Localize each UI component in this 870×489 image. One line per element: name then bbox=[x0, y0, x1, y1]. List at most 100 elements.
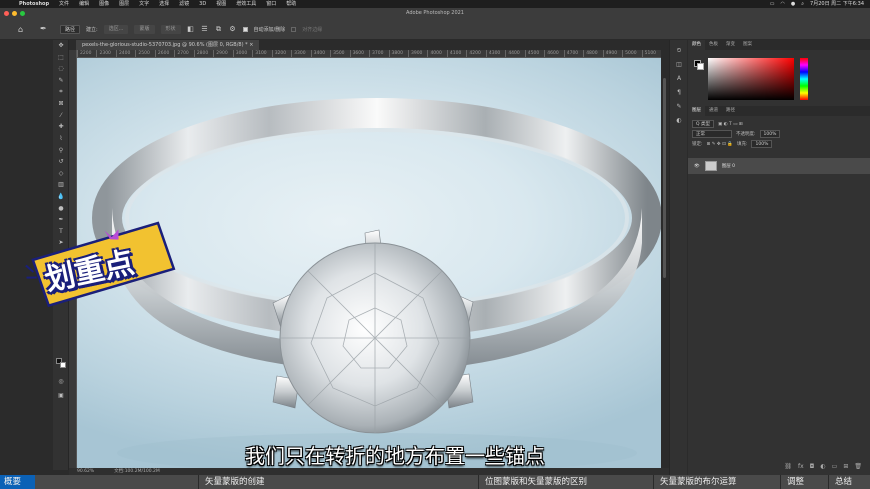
opacity-input[interactable]: 100% bbox=[759, 130, 781, 138]
link-layers-icon[interactable]: ⛓ bbox=[784, 463, 792, 470]
tab-gradients[interactable]: 渐变 bbox=[722, 40, 739, 50]
chapter-bitmap-vs-vector[interactable]: 位图蒙版和矢量蒙版的区别 bbox=[481, 475, 587, 489]
paragraph-panel-icon[interactable]: ¶ bbox=[670, 86, 688, 100]
align-edges-checkbox[interactable] bbox=[291, 26, 297, 32]
quick-mask-icon[interactable]: ◎ bbox=[53, 376, 69, 388]
zoom-level[interactable]: 90.62% bbox=[77, 468, 94, 475]
blur-tool-icon[interactable]: 💧 bbox=[53, 191, 69, 203]
move-tool-icon[interactable]: ✥ bbox=[53, 40, 69, 52]
filter-icons[interactable]: ▣ ◐ T ▭ ⊞ bbox=[718, 122, 743, 127]
battery-icon[interactable]: ▭ bbox=[770, 0, 775, 8]
character-panel-icon[interactable]: A bbox=[670, 72, 688, 86]
lasso-tool-icon[interactable]: ◌ bbox=[53, 63, 69, 75]
document-tab[interactable]: pexels-the-glorious-studio-5370703.jpg @… bbox=[76, 40, 260, 50]
auto-add-delete-checkbox[interactable] bbox=[242, 26, 248, 32]
new-layer-icon[interactable]: ⊞ bbox=[843, 463, 848, 470]
tab-patterns[interactable]: 图案 bbox=[739, 40, 756, 50]
marquee-tool-icon[interactable]: ⬚ bbox=[53, 52, 69, 64]
pen-tool-icon[interactable]: ✒ bbox=[40, 24, 47, 33]
menu-3d[interactable]: 3D bbox=[194, 0, 211, 8]
color-panel-background[interactable] bbox=[697, 63, 704, 70]
tab-swatches[interactable]: 色板 bbox=[705, 40, 722, 50]
background-swatch[interactable] bbox=[60, 362, 66, 368]
chapter-adjust[interactable]: 调整 bbox=[783, 475, 804, 489]
path-operations-icon[interactable]: ◧ bbox=[187, 25, 195, 33]
properties-panel-icon[interactable]: ◫ bbox=[670, 58, 688, 72]
home-icon[interactable]: ⌂ bbox=[18, 25, 23, 34]
eraser-tool-icon[interactable]: ◇ bbox=[53, 168, 69, 180]
menu-view[interactable]: 视图 bbox=[211, 0, 231, 8]
menu-type[interactable]: 文字 bbox=[134, 0, 154, 8]
gradient-tool-icon[interactable]: ▥ bbox=[53, 179, 69, 191]
pen-mode-select[interactable]: 路径 bbox=[60, 24, 81, 34]
chapter-boolean-ops[interactable]: 矢量蒙版的布尔运算 bbox=[656, 475, 737, 489]
eyedropper-tool-icon[interactable]: ⁄ bbox=[53, 110, 69, 122]
color-picker-field[interactable] bbox=[708, 58, 794, 100]
menu-layer[interactable]: 图层 bbox=[114, 0, 134, 8]
add-mask-icon[interactable]: ◘ bbox=[810, 463, 815, 470]
clone-stamp-tool-icon[interactable]: ⚲ bbox=[53, 144, 69, 156]
visibility-eye-icon[interactable]: 👁 bbox=[694, 164, 700, 169]
close-window-button[interactable] bbox=[4, 11, 9, 16]
menu-image[interactable]: 图像 bbox=[94, 0, 114, 8]
dodge-tool-icon[interactable]: ● bbox=[53, 202, 69, 214]
horizontal-ruler[interactable]: 2200 2300 2400 2500 2600 2700 2800 2900 3000 3100… bbox=[77, 50, 661, 58]
lock-icons[interactable]: ⊞ ✎ ✥ ⊡ 🔒 bbox=[707, 142, 733, 147]
brush-tool-icon[interactable]: ⌇ bbox=[53, 133, 69, 145]
close-tab-icon[interactable]: × bbox=[249, 42, 253, 48]
tab-color[interactable]: 颜色 bbox=[688, 40, 705, 50]
blend-mode-select[interactable]: 正常 bbox=[692, 130, 732, 138]
tab-channels[interactable]: 通道 bbox=[705, 106, 722, 116]
brush-settings-icon[interactable]: ✎ bbox=[670, 100, 688, 114]
history-panel-icon[interactable]: ⏲ bbox=[670, 44, 688, 58]
menu-file[interactable]: 文件 bbox=[54, 0, 74, 8]
screen-mode-icon[interactable]: ▣ bbox=[53, 390, 69, 402]
search-icon[interactable]: ⌕ bbox=[801, 0, 804, 8]
make-selection-button[interactable]: 选区... bbox=[103, 24, 129, 34]
make-shape-button[interactable]: 形状 bbox=[160, 24, 181, 34]
layer-style-icon[interactable]: fx bbox=[798, 463, 804, 470]
frame-tool-icon[interactable]: ⊠ bbox=[53, 98, 69, 110]
chapter-overview[interactable]: 概要 bbox=[0, 475, 35, 489]
tab-layers[interactable]: 图层 bbox=[688, 106, 705, 116]
foreground-background-swatches[interactable] bbox=[56, 358, 66, 368]
layer-row[interactable]: 👁 图层 0 bbox=[688, 158, 870, 174]
zoom-window-button[interactable] bbox=[20, 11, 25, 16]
menu-plugins[interactable]: 增效工具 bbox=[231, 0, 261, 8]
menubar-clock[interactable]: 7月20日 周二 下午6:34 bbox=[810, 0, 864, 8]
pen-tool-icon[interactable]: ✒ bbox=[53, 214, 69, 226]
new-adjustment-icon[interactable]: ◐ bbox=[820, 463, 825, 470]
adjustments-panel-icon[interactable]: ◐ bbox=[670, 114, 688, 128]
quick-select-tool-icon[interactable]: ✎ bbox=[53, 75, 69, 87]
canvas-vertical-scrollbar[interactable] bbox=[661, 58, 668, 468]
menu-window[interactable]: 窗口 bbox=[261, 0, 281, 8]
history-brush-tool-icon[interactable]: ↺ bbox=[53, 156, 69, 168]
fill-input[interactable]: 100% bbox=[751, 140, 773, 148]
menu-filter[interactable]: 滤镜 bbox=[174, 0, 194, 8]
color-panel-swatches[interactable] bbox=[694, 60, 704, 70]
settings-gear-icon[interactable]: ⚙ bbox=[229, 25, 237, 33]
crop-tool-icon[interactable]: ⌗ bbox=[53, 86, 69, 98]
healing-brush-tool-icon[interactable]: ✚ bbox=[53, 121, 69, 133]
layer-name[interactable]: 图层 0 bbox=[722, 163, 735, 169]
tab-paths[interactable]: 路径 bbox=[722, 106, 739, 116]
layer-kind-filter[interactable]: Q 类型 bbox=[692, 120, 714, 128]
delete-layer-icon[interactable]: 🗑 bbox=[854, 463, 862, 470]
new-group-icon[interactable]: ▭ bbox=[832, 463, 838, 470]
ruler-tick: 4000 bbox=[427, 50, 446, 57]
scrollbar-thumb[interactable] bbox=[663, 78, 666, 278]
chapter-summary[interactable]: 总结 bbox=[831, 475, 852, 489]
user-icon[interactable]: ● bbox=[791, 0, 795, 8]
menu-help[interactable]: 帮助 bbox=[281, 0, 301, 8]
chapter-create-vector-mask[interactable]: 矢量蒙版的创建 bbox=[201, 475, 265, 489]
menu-edit[interactable]: 编辑 bbox=[74, 0, 94, 8]
make-mask-button[interactable]: 蒙版 bbox=[134, 24, 155, 34]
hue-slider[interactable] bbox=[800, 58, 808, 100]
path-alignment-icon[interactable]: ☰ bbox=[201, 25, 209, 33]
menu-select[interactable]: 选择 bbox=[154, 0, 174, 8]
wifi-icon[interactable]: ◠ bbox=[780, 0, 784, 8]
menu-app-name[interactable]: Photoshop bbox=[14, 0, 54, 8]
minimize-window-button[interactable] bbox=[12, 11, 17, 16]
collapsed-panels-strip: ⏲ ◫ A ¶ ✎ ◐ bbox=[669, 40, 687, 475]
path-arrangement-icon[interactable]: ⧉ bbox=[215, 25, 223, 33]
